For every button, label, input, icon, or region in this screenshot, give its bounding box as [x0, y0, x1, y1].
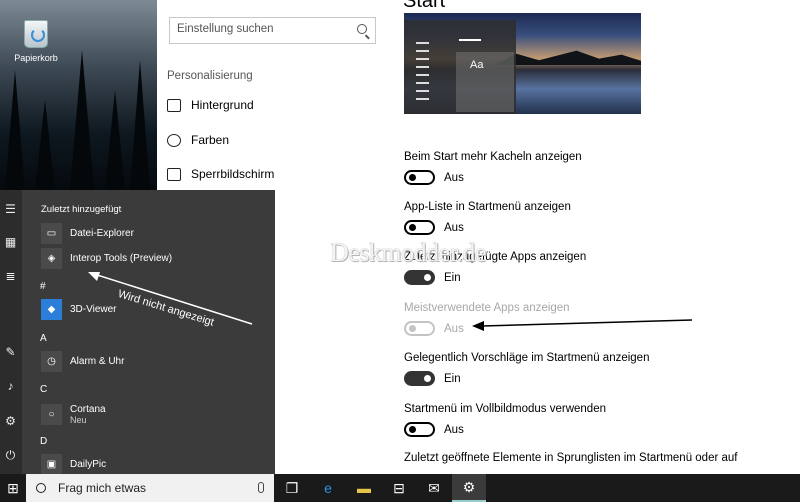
image-icon	[167, 98, 181, 112]
start-preview-image: Aa	[404, 13, 641, 114]
page-title: Start	[403, 0, 446, 12]
mail-icon[interactable]: ✉	[417, 474, 451, 502]
start-menu: ☰ ▦ ≣ ✎ ♪ ⚙ ⏻ Zuletzt hinzugefügt ▭ Date…	[0, 190, 275, 475]
tools-icon: ◈	[41, 247, 62, 269]
list-icon[interactable]: ≣	[4, 270, 17, 282]
file-explorer-icon[interactable]: ▬	[347, 474, 381, 502]
option-most-used-apps: Meistverwendete Apps anzeigen Aus	[404, 302, 800, 336]
toggle-switch[interactable]	[404, 270, 435, 285]
search-icon[interactable]	[357, 24, 367, 34]
tiles-icon[interactable]: ▦	[4, 236, 17, 248]
group-letter[interactable]: D	[40, 436, 47, 447]
toggle-switch	[404, 321, 435, 336]
app-list: Zuletzt hinzugefügt ▭ Datei-Explorer ◈ I…	[22, 190, 275, 475]
option-label: Meistverwendete Apps anzeigen	[404, 302, 570, 314]
cortana-icon: ○	[41, 403, 62, 425]
recycle-bin[interactable]: Papierkorb	[14, 20, 58, 63]
option-label: Zuletzt geöffnete Elemente in Sprunglist…	[404, 452, 738, 464]
section-label: Personalisierung	[167, 70, 253, 82]
picture-icon: ▣	[41, 453, 62, 475]
toggle-state: Aus	[444, 221, 464, 234]
cube-icon: ◆	[41, 298, 62, 320]
clock-icon: ◷	[41, 350, 62, 372]
taskbar-search-text: Frag mich etwas	[58, 481, 147, 495]
app-name: Interop Tools (Preview)	[70, 252, 173, 264]
windows-start-button[interactable]: ⊞	[0, 474, 26, 502]
toggle-state: Ein	[444, 372, 461, 385]
app-badge: Neu	[70, 414, 87, 425]
pen-icon[interactable]: ✎	[4, 346, 17, 358]
recent-header: Zuletzt hinzugefügt	[41, 204, 122, 215]
app-item-dailypic[interactable]: ▣ DailyPic	[41, 453, 106, 475]
option-jump-lists: Zuletzt geöffnete Elemente in Sprunglist…	[404, 452, 800, 464]
nav-item-colors[interactable]: Farben	[167, 133, 229, 147]
toggle-switch[interactable]	[404, 220, 435, 235]
option-label: App-Liste in Startmenü anzeigen	[404, 201, 571, 213]
palette-icon	[167, 133, 181, 147]
toggle-state: Aus	[444, 322, 464, 335]
search-placeholder: Einstellung suchen	[177, 23, 274, 35]
power-icon[interactable]: ⏻	[4, 449, 17, 461]
gear-icon[interactable]: ⚙	[4, 415, 17, 427]
hamburger-icon[interactable]: ☰	[4, 203, 17, 215]
app-item-3d-viewer[interactable]: ◆ 3D-Viewer	[41, 298, 117, 320]
app-name: 3D-Viewer	[70, 303, 117, 315]
option-fullscreen: Startmenü im Vollbildmodus verwenden Aus	[404, 403, 800, 437]
group-letter[interactable]: A	[40, 333, 47, 344]
taskbar-search[interactable]: Frag mich etwas	[26, 474, 274, 502]
search-icon	[36, 483, 46, 493]
preview-text: Aa	[470, 59, 484, 71]
app-item-interop-tools[interactable]: ◈ Interop Tools (Preview)	[41, 247, 172, 269]
watermark: Deskmodder.de	[330, 238, 486, 267]
option-suggestions: Gelegentlich Vorschläge im Startmenü anz…	[404, 352, 800, 386]
microphone-icon[interactable]	[258, 482, 264, 493]
nav-item-label: Sperrbildschirm	[191, 167, 275, 181]
nav-item-background[interactable]: Hintergrund	[167, 98, 254, 112]
toggle-switch[interactable]	[404, 422, 435, 437]
edge-icon[interactable]: e	[311, 474, 345, 502]
toggle-state: Ein	[444, 271, 461, 284]
option-app-list: App-Liste in Startmenü anzeigen Aus	[404, 201, 800, 235]
recycle-bin-label: Papierkorb	[14, 53, 58, 63]
music-icon[interactable]: ♪	[4, 380, 17, 392]
settings-icon[interactable]: ⚙	[452, 474, 486, 502]
store-icon[interactable]: ⊟	[382, 474, 416, 502]
toggle-switch[interactable]	[404, 170, 435, 185]
app-item-cortana[interactable]: ○ Cortana Neu	[41, 401, 106, 427]
option-more-tiles: Beim Start mehr Kacheln anzeigen Aus	[404, 151, 800, 185]
toggle-state: Aus	[444, 171, 464, 184]
option-label: Beim Start mehr Kacheln anzeigen	[404, 151, 582, 163]
nav-item-lockscreen[interactable]: Sperrbildschirm	[167, 167, 274, 181]
app-name: Cortana	[70, 403, 106, 415]
option-label: Gelegentlich Vorschläge im Startmenü anz…	[404, 352, 650, 364]
nav-item-label: Hintergrund	[191, 98, 254, 112]
task-view-icon[interactable]: ❐	[275, 474, 309, 502]
nav-item-label: Farben	[191, 133, 230, 147]
app-name: DailyPic	[70, 458, 107, 470]
lock-screen-icon	[167, 167, 181, 181]
toggle-state: Aus	[444, 423, 464, 436]
group-letter[interactable]: #	[40, 281, 46, 292]
group-letter[interactable]: C	[40, 384, 47, 395]
app-name: Datei-Explorer	[70, 227, 134, 239]
settings-search-input[interactable]: Einstellung suchen	[169, 17, 376, 44]
app-name: Alarm & Uhr	[70, 355, 125, 367]
app-item-alarm[interactable]: ◷ Alarm & Uhr	[41, 350, 124, 372]
option-label: Startmenü im Vollbildmodus verwenden	[404, 403, 606, 415]
desktop-background: Papierkorb	[0, 0, 157, 190]
toggle-switch[interactable]	[404, 371, 435, 386]
start-rail: ☰ ▦ ≣ ✎ ♪ ⚙ ⏻	[0, 190, 22, 474]
taskbar: ⊞ Frag mich etwas ❐ e ▬ ⊟ ✉ ⚙	[0, 474, 800, 502]
recycle-bin-icon	[24, 20, 48, 48]
app-item-file-explorer[interactable]: ▭ Datei-Explorer	[41, 222, 134, 244]
folder-icon: ▭	[41, 222, 62, 244]
